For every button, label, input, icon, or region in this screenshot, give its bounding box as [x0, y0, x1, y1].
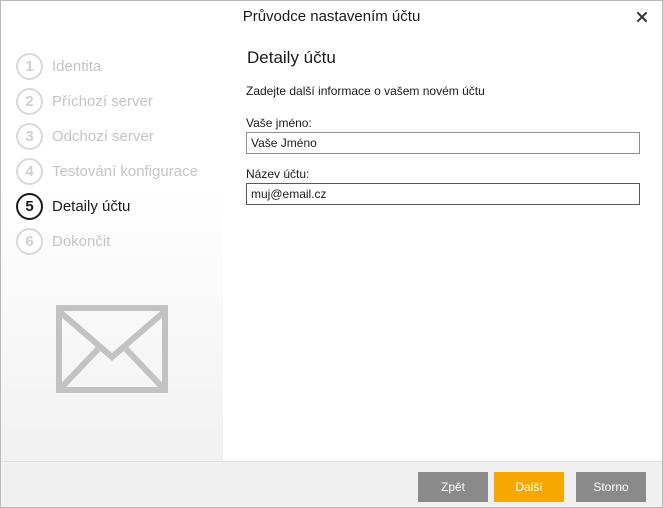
envelope-icon: [56, 305, 168, 393]
step-incoming-server: 2 Příchozí server: [16, 84, 198, 119]
step-label: Příchozí server: [52, 93, 153, 110]
step-number: 1: [16, 53, 43, 80]
next-button[interactable]: Další: [494, 472, 564, 502]
name-field-label: Vaše jméno:: [246, 116, 312, 130]
close-icon: [637, 12, 647, 22]
step-label: Testování konfigurace: [52, 163, 198, 180]
step-finish: 6 Dokončit: [16, 224, 198, 259]
account-setup-wizard-window: Průvodce nastavením účtu 1 Identita 2 Př…: [0, 0, 663, 508]
step-account-details: 5 Detaily účtu: [16, 189, 198, 224]
title-bar: Průvodce nastavením účtu: [1, 1, 662, 34]
account-name-field-label: Název účtu:: [246, 167, 310, 181]
account-name-input[interactable]: [246, 183, 640, 205]
step-outgoing-server: 3 Odchozí server: [16, 119, 198, 154]
step-label: Dokončit: [52, 233, 111, 250]
step-label: Identita: [52, 58, 102, 75]
step-number: 6: [16, 228, 43, 255]
wizard-sidebar: 1 Identita 2 Příchozí server 3 Odchozí s…: [1, 34, 223, 461]
step-identity: 1 Identita: [16, 49, 198, 84]
cancel-button[interactable]: Storno: [576, 472, 646, 502]
window-title: Průvodce nastavením účtu: [242, 8, 421, 25]
back-button[interactable]: Zpět: [418, 472, 488, 502]
wizard-footer: Zpět Další Storno: [1, 461, 662, 507]
intro-text: Zadejte další informace o vašem novém úč…: [246, 84, 485, 98]
page-title: Detaily účtu: [247, 48, 336, 67]
step-label: Detaily účtu: [52, 198, 131, 215]
step-number: 4: [16, 158, 43, 185]
close-button[interactable]: [632, 7, 652, 27]
wizard-steps: 1 Identita 2 Příchozí server 3 Odchozí s…: [16, 49, 198, 259]
name-input[interactable]: [246, 132, 640, 154]
step-test-configuration: 4 Testování konfigurace: [16, 154, 198, 189]
step-number: 3: [16, 123, 43, 150]
wizard-content: Detaily účtu Zadejte další informace o v…: [223, 34, 662, 461]
step-number: 2: [16, 88, 43, 115]
step-number: 5: [16, 193, 43, 220]
step-label: Odchozí server: [52, 128, 154, 145]
